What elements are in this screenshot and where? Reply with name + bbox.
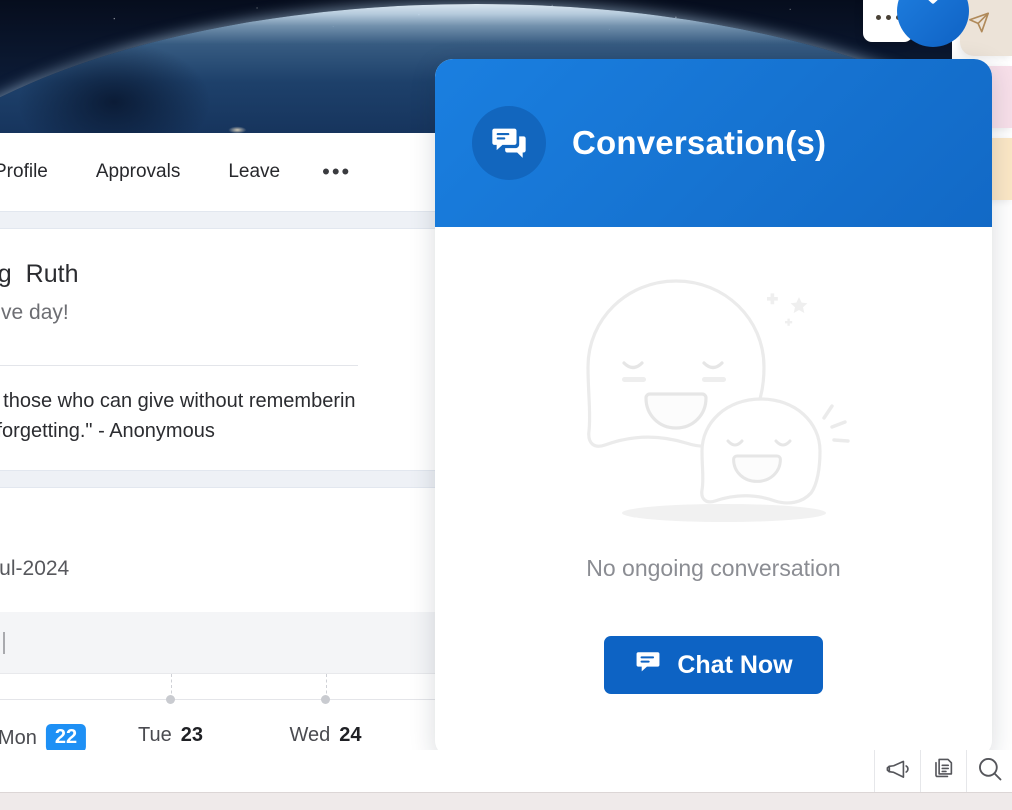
copy-documents-icon — [931, 756, 957, 787]
documents-button[interactable] — [920, 750, 966, 792]
greeting-block: vening Ruth roductive day! — [0, 260, 440, 325]
schedule-tick-mark — [3, 632, 5, 654]
chat-bubble-icon — [634, 648, 662, 683]
quote-divider — [0, 365, 358, 366]
timeline-date-24[interactable]: 24 — [339, 724, 361, 747]
tab-approvals[interactable]: Approvals — [76, 155, 201, 189]
tab-leave[interactable]: Leave — [208, 155, 300, 189]
bottom-toolbar — [0, 750, 1012, 792]
megaphone-icon — [885, 756, 911, 787]
search-icon — [976, 755, 1004, 788]
timeline-label-mon: Mon 22 — [0, 724, 87, 752]
timeline-label-tue: Tue 23 — [138, 724, 203, 747]
conversations-panel-header: Conversation(s) — [435, 59, 992, 227]
timeline-date-badge-22[interactable]: 22 — [45, 724, 87, 752]
conversations-panel-title: Conversation(s) — [572, 124, 827, 161]
greeting-heading: vening Ruth — [0, 260, 440, 289]
timeline-date-23[interactable]: 23 — [181, 724, 203, 747]
chat-bubbles-icon — [472, 106, 546, 180]
greeting-subtitle: roductive day! — [0, 301, 69, 324]
timeline-day-mon: Mon — [0, 726, 37, 749]
timeline-dot-wed — [321, 695, 330, 704]
paper-plane-icon — [968, 12, 990, 39]
timeline-day-tue: Tue — [138, 724, 172, 746]
screen-root: Profile Approvals Leave ••• vening Ruth r… — [0, 0, 1012, 810]
empty-state-illustration — [564, 261, 864, 531]
quote-line-2: hout forgetting." - Anonymous — [0, 420, 215, 442]
chevron-down-icon — [916, 0, 950, 13]
conversations-panel-body: No ongoing conversation Chat Now — [435, 227, 992, 758]
announcements-button[interactable] — [874, 750, 920, 792]
search-button[interactable] — [966, 750, 1012, 792]
greeting-text: vening — [0, 260, 12, 288]
nav-more-icon[interactable]: ••• — [308, 161, 365, 183]
current-date-label: 7-Jul-2024 — [0, 557, 70, 580]
quote-line-1: d are those who can give without remembe… — [0, 390, 356, 412]
timeline-dot-tue — [166, 695, 175, 704]
tab-profile[interactable]: Profile — [0, 155, 68, 189]
bottom-status-strip — [0, 792, 1012, 810]
quote-block: d are those who can give without remembe… — [0, 386, 470, 446]
timeline-label-wed: Wed 24 — [289, 724, 361, 747]
empty-state-message: No ongoing conversation — [586, 555, 841, 581]
conversations-panel: Conversation(s) No ongoing conversation … — [435, 59, 992, 758]
ellipsis-dot-1 — [875, 14, 881, 20]
greeting-user-name: Ruth — [25, 260, 79, 288]
chat-now-button[interactable]: Chat Now — [604, 636, 823, 694]
ellipsis-dot-2 — [885, 14, 891, 20]
chat-now-button-label: Chat Now — [677, 650, 793, 679]
timeline-day-wed: Wed — [289, 724, 331, 746]
